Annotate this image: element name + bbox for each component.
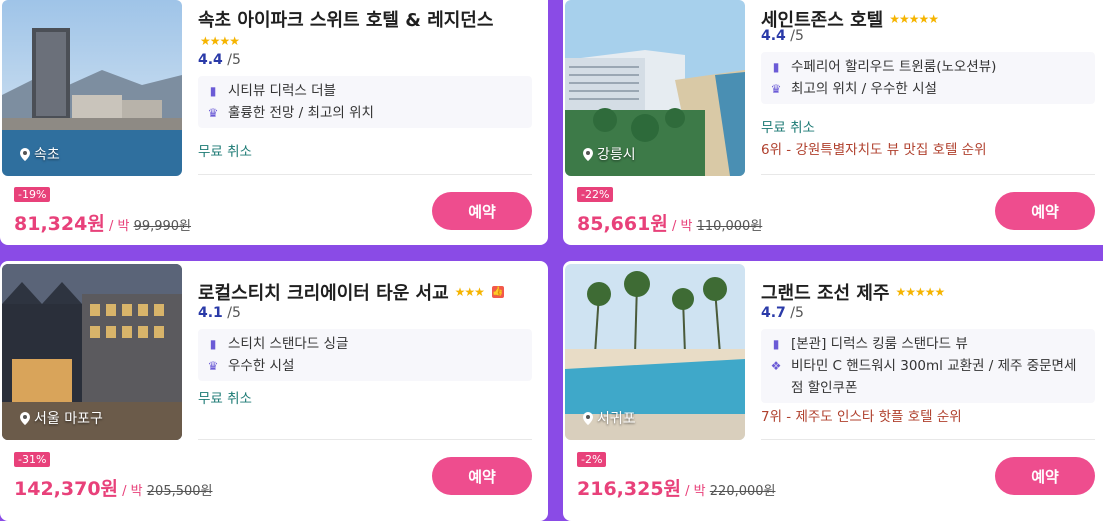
crown-icon: ♛ [207,106,219,120]
price: 81,324원 / 박 99,990원 [14,213,192,235]
ranking-link[interactable]: 6위 - 강원특별자치도 뷰 맛집 호텔 순위 [761,138,987,158]
location-text: 서울 마포구 [34,411,103,427]
book-button[interactable]: 예약 [432,457,532,495]
divider [761,174,1095,175]
room-type: [본관] 디럭스 킹룸 스탠다드 뷰 [791,336,968,352]
hotel-card[interactable]: 속초 속초 아이파크 스위트 호텔 & 레지던스 ★★★★ 4.4 /5 ▮ 시티… [0,0,548,245]
location-pin-icon [583,147,593,161]
thumbs-up-icon: 👍 [491,286,504,298]
highlight: 비타민 C 핸드워시 300ml 교환권 / 제주 중문면세점 할인쿠폰 [791,358,1077,396]
divider [761,439,1095,440]
discount-badge: -19% [14,187,51,202]
location-label: 서울 마포구 [20,408,103,428]
location-pin-icon [20,147,30,161]
hotel-photo[interactable]: 강릉시 [565,0,745,176]
location-text: 강릉시 [597,147,636,163]
room-type: 스티치 스탠다드 싱글 [228,336,349,352]
discount-badge: -31% [14,452,51,467]
star-rating-icon: ★★★★★ [895,285,945,299]
hotel-name-text[interactable]: 로컬스티치 크리에이터 타운 서교 [198,279,449,305]
hotel-name-text[interactable]: 그랜드 조선 제주 [761,279,889,305]
hotel-name[interactable]: 그랜드 조선 제주 ★★★★★ [761,279,945,305]
hotel-photo[interactable]: 서귀포 [565,264,745,440]
location-text: 속초 [34,147,60,163]
price: 85,661원 / 박 110,000원 [577,213,763,235]
room-features: ▮ [본관] 디럭스 킹룸 스탠다드 뷰 ❖ 비타민 C 핸드워시 300ml 교환… [761,329,1095,403]
location-text: 서귀포 [597,411,636,427]
door-icon: ▮ [209,337,217,351]
highlight: 훌륭한 전망 / 최고의 위치 [228,105,374,121]
book-button[interactable]: 예약 [995,192,1095,230]
ranking-link[interactable]: 7위 - 제주도 인스타 핫플 호텔 순위 [761,405,962,425]
highlight: 우수한 시설 [228,358,295,374]
price: 142,370원 / 박 205,500원 [14,478,213,500]
hotel-photo[interactable]: 속초 [2,0,182,176]
review-score: 4.7 /5 [761,305,804,321]
hotel-name-text[interactable]: 속초 아이파크 스위트 호텔 & 레지던스 [198,6,493,32]
divider [198,174,532,175]
star-rating-icon: ★★★ [454,285,485,299]
location-label: 속초 [20,144,60,164]
door-icon: ▮ [772,60,780,74]
location-pin-icon [583,411,593,425]
review-score: 4.4 /5 [198,52,241,68]
location-label: 강릉시 [583,144,636,164]
book-button[interactable]: 예약 [432,192,532,230]
hotel-card[interactable]: 서울 마포구 로컬스티치 크리에이터 타운 서교 ★★★ 👍 4.1 /5 ▮ 스… [0,261,548,521]
door-icon: ▮ [772,337,780,351]
free-cancel: 무료 취소 [198,144,252,160]
discount-badge: -2% [577,452,607,467]
hotel-name[interactable]: 로컬스티치 크리에이터 타운 서교 ★★★ 👍 [198,279,504,305]
star-rating-icon: ★★★★ [200,34,240,48]
discount-badge: -22% [577,187,614,202]
divider [198,439,532,440]
room-features: ▮ 수페리어 할리우드 트윈룸(노오션뷰) ♛ 최고의 위치 / 우수한 시설 [761,52,1095,104]
room-type: 시티뷰 디럭스 더블 [228,83,336,99]
review-score: 4.4 /5 [761,28,804,44]
free-cancel: 무료 취소 [761,120,815,136]
highlight: 최고의 위치 / 우수한 시설 [791,81,937,97]
room-features: ▮ 스티치 스탠다드 싱글 ♛ 우수한 시설 [198,329,532,381]
hotel-photo[interactable]: 서울 마포구 [2,264,182,440]
location-pin-icon [20,411,30,425]
free-cancel: 무료 취소 [198,391,252,407]
room-type: 수페리어 할리우드 트윈룸(노오션뷰) [791,59,997,75]
book-button[interactable]: 예약 [995,457,1095,495]
crown-icon: ♛ [770,82,782,96]
star-rating-icon: ★★★★★ [889,12,939,26]
location-label: 서귀포 [583,408,636,428]
gift-icon: ❖ [770,359,782,373]
hotel-name[interactable]: 속초 아이파크 스위트 호텔 & 레지던스 [198,6,493,32]
room-features: ▮ 시티뷰 디럭스 더블 ♛ 훌륭한 전망 / 최고의 위치 [198,76,532,128]
review-score: 4.1 /5 [198,305,241,321]
hotel-card[interactable]: 서귀포 그랜드 조선 제주 ★★★★★ 4.7 /5 ▮ [본관] 디럭스 킹룸 … [563,261,1103,521]
door-icon: ▮ [209,84,217,98]
crown-icon: ♛ [207,359,219,373]
price: 216,325원 / 박 220,000원 [577,478,776,500]
hotel-card[interactable]: 강릉시 세인트존스 호텔 ★★★★★ 4.4 /5 ▮ 수페리어 할리우드 트윈룸… [563,0,1103,245]
